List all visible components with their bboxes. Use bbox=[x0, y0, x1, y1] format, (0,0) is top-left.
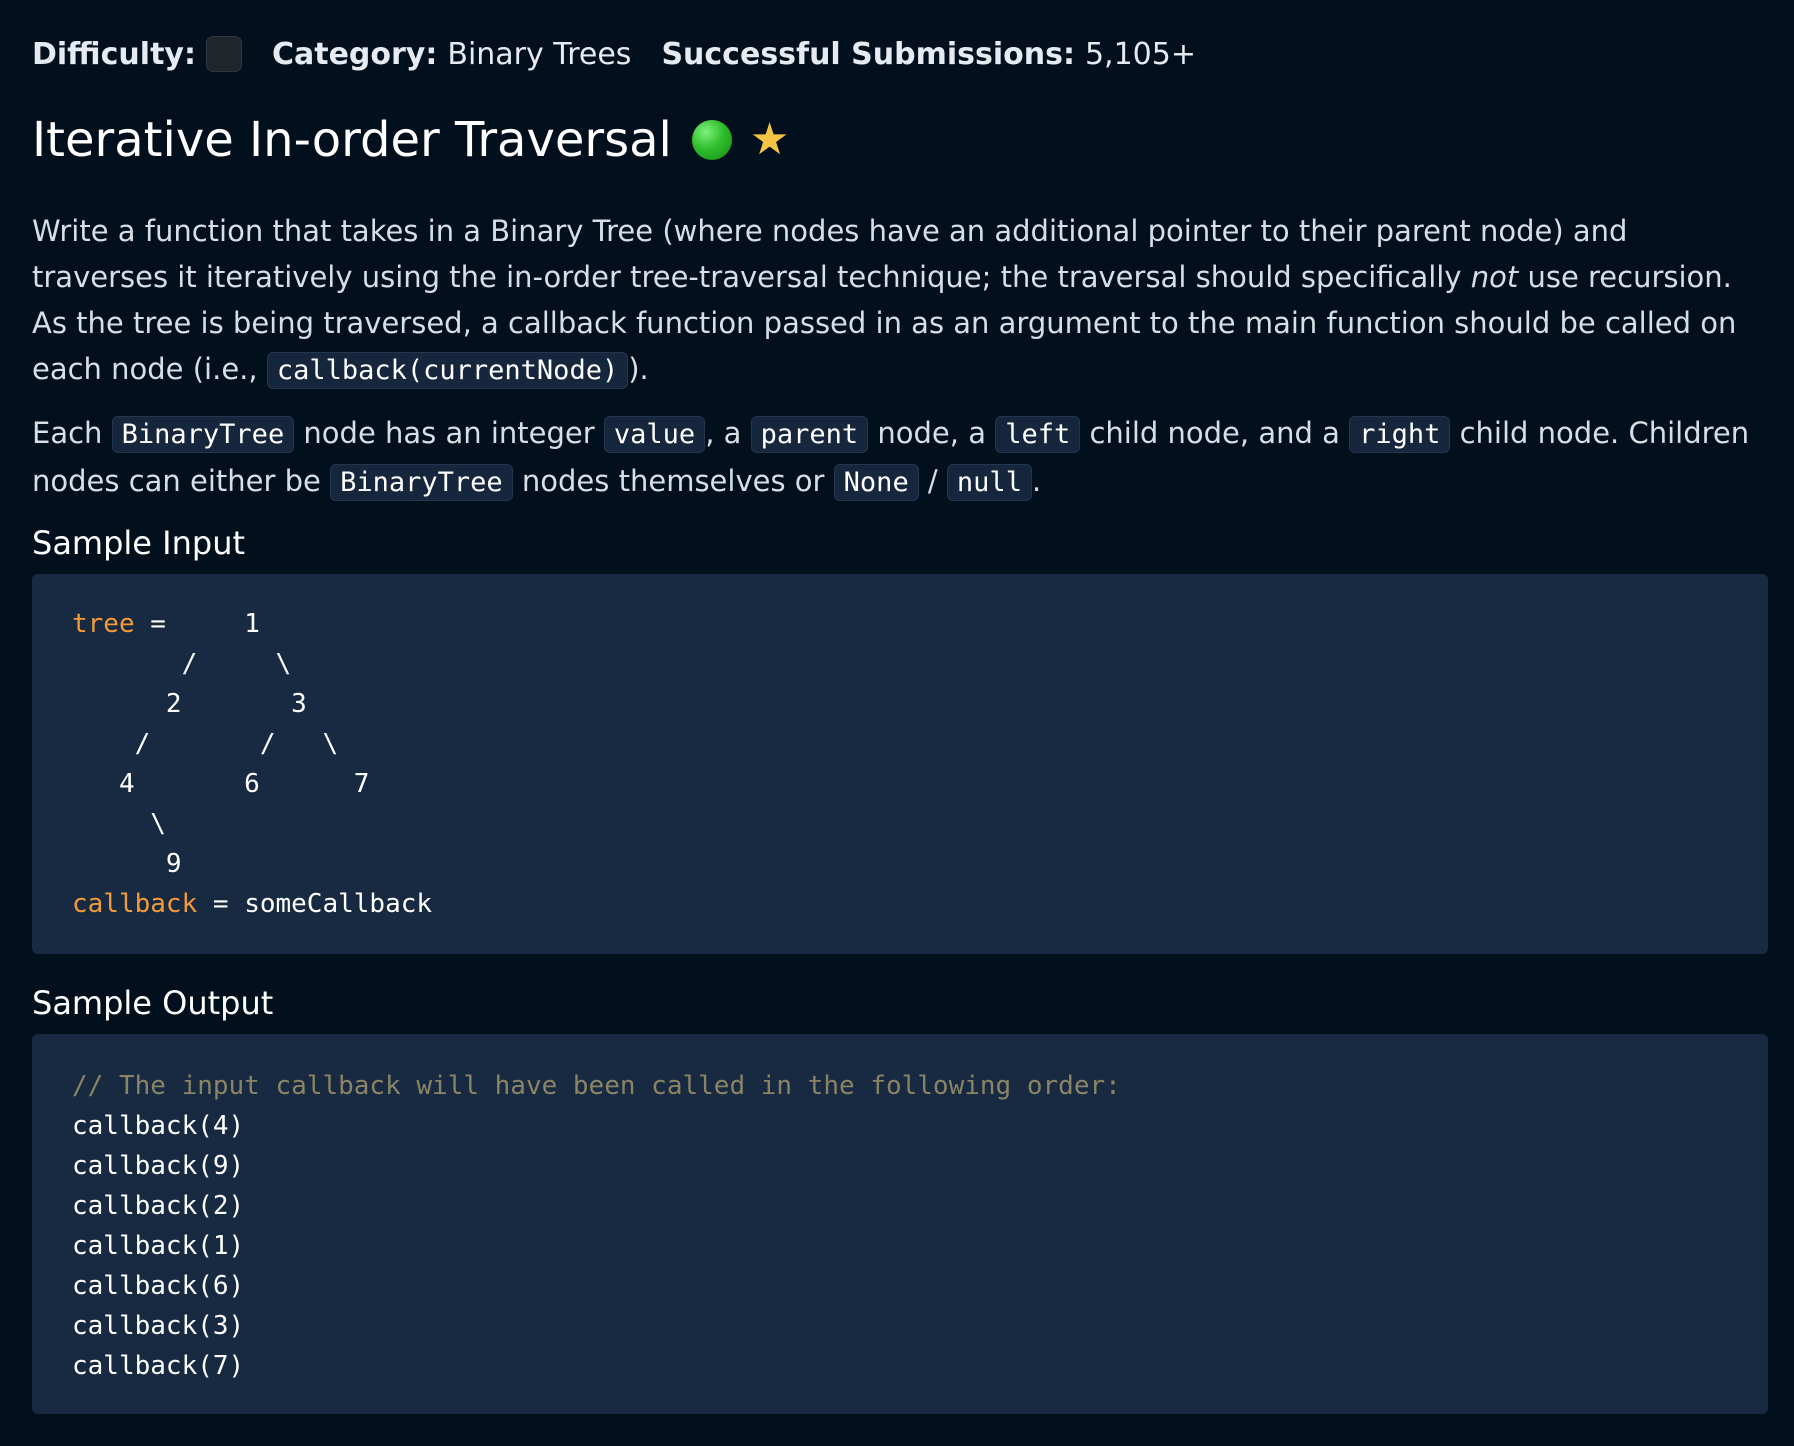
inline-code: BinaryTree bbox=[330, 464, 513, 501]
code-text: = 1 bbox=[134, 609, 260, 639]
inline-code: BinaryTree bbox=[111, 416, 295, 453]
category-group: Category: Binary Trees bbox=[272, 37, 631, 72]
inline-code: left bbox=[995, 416, 1081, 453]
description-text: child node, and a bbox=[1080, 416, 1350, 450]
submissions-label: Successful Submissions: bbox=[661, 36, 1075, 72]
code-line: \ bbox=[72, 809, 166, 839]
code-keyword: callback bbox=[72, 889, 198, 919]
description-text: , a bbox=[705, 416, 751, 450]
title-row: Iterative In-order Traversal ★ bbox=[32, 112, 789, 168]
sample-output-heading: Sample Output bbox=[32, 984, 274, 1022]
description-text: node has an integer bbox=[294, 416, 604, 450]
code-line: / / \ bbox=[72, 729, 339, 759]
inline-code: callback(currentNode) bbox=[266, 352, 629, 389]
code-line: tree = 1 bbox=[72, 604, 1768, 644]
problem-meta: Difficulty: Category: Binary Trees Succe… bbox=[32, 36, 1226, 72]
code-line: 2 3 bbox=[72, 689, 307, 719]
star-icon[interactable]: ★ bbox=[750, 118, 789, 162]
code-line: callback(9) bbox=[72, 1151, 245, 1181]
category-value: Binary Trees bbox=[447, 36, 632, 72]
description-emphasis: not bbox=[1470, 260, 1519, 294]
code-line: callback(4) bbox=[72, 1111, 245, 1141]
description-paragraph-2: Each BinaryTree node has an integer valu… bbox=[32, 410, 1768, 506]
sample-output-code[interactable]: // The input callback will have been cal… bbox=[32, 1034, 1768, 1414]
submissions-value: 5,105+ bbox=[1084, 36, 1196, 72]
code-line: callback(6) bbox=[72, 1271, 245, 1301]
difficulty-group: Difficulty: bbox=[32, 36, 242, 72]
code-comment: // The input callback will have been cal… bbox=[72, 1071, 1121, 1101]
description-text: Write a function that takes in a Binary … bbox=[32, 214, 1628, 294]
code-line: 9 bbox=[72, 849, 182, 879]
inline-code: null bbox=[946, 464, 1032, 501]
inline-code: value bbox=[603, 416, 706, 453]
description-text: node, a bbox=[868, 416, 996, 450]
description-text: . bbox=[1031, 464, 1042, 498]
sample-input-heading: Sample Input bbox=[32, 524, 246, 562]
code-line: 4 6 7 bbox=[72, 769, 370, 799]
submissions-group: Successful Submissions: 5,105+ bbox=[661, 37, 1196, 72]
completed-dot-icon bbox=[691, 120, 732, 160]
description-text: Each bbox=[32, 416, 112, 450]
code-text: = someCallback bbox=[197, 889, 433, 919]
code-line: callback(1) bbox=[72, 1231, 245, 1261]
code-line: callback(3) bbox=[72, 1311, 245, 1341]
inline-code: right bbox=[1349, 416, 1451, 453]
inline-code: parent bbox=[750, 416, 869, 453]
description-text: nodes themselves or bbox=[512, 464, 834, 498]
description-text: ). bbox=[628, 352, 649, 386]
code-keyword: tree bbox=[72, 609, 135, 639]
problem-title: Iterative In-order Traversal bbox=[32, 112, 672, 168]
code-line: / \ bbox=[72, 649, 292, 679]
difficulty-box-icon bbox=[205, 36, 242, 72]
category-label: Category: bbox=[271, 36, 438, 72]
description-paragraph-1: Write a function that takes in a Binary … bbox=[32, 208, 1768, 394]
code-line: callback(2) bbox=[72, 1191, 245, 1221]
sample-input-code[interactable]: tree = 1 / \ 2 3 / / \ 4 6 7 \ 9 callbac… bbox=[32, 574, 1768, 954]
description-text: / bbox=[918, 464, 947, 498]
problem-description: Write a function that takes in a Binary … bbox=[32, 208, 1768, 522]
code-line: callback(7) bbox=[72, 1351, 245, 1381]
inline-code: None bbox=[833, 464, 919, 501]
difficulty-label: Difficulty: bbox=[32, 36, 196, 72]
code-line: callback = someCallback bbox=[72, 884, 1768, 924]
